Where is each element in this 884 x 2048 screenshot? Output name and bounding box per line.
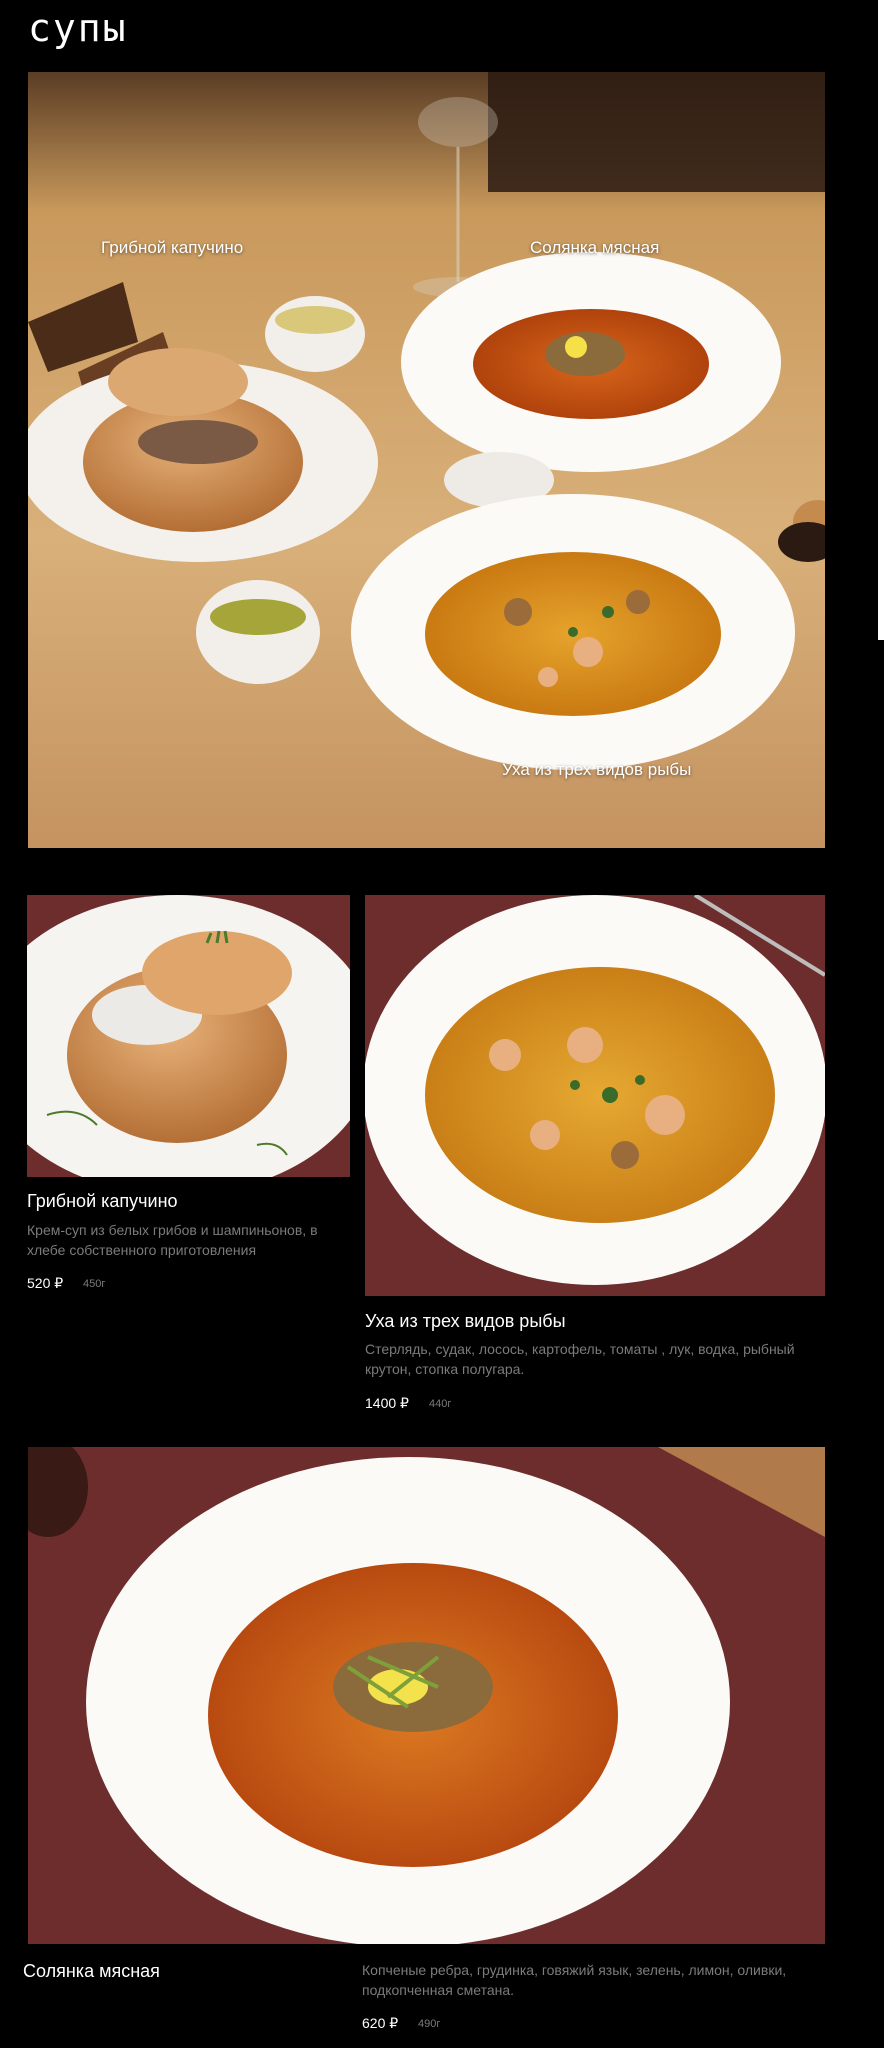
dish-description-ukha: Стерлядь, судак, лосось, картофель, тома… xyxy=(365,1341,795,1377)
mushroom-cappuccino-illustration xyxy=(27,895,350,1177)
dish-title-solyanka: Солянка мясная xyxy=(23,1961,160,1981)
dish-description-solyanka: Копченые ребра, грудинка, говяжий язык, … xyxy=(362,1962,787,1998)
hero-label-ukha: Уха из трех видов рыбы xyxy=(502,760,692,779)
dish-photo-solyanka[interactable] xyxy=(28,1447,825,1944)
dish-photo-mushroom-cappuccino[interactable] xyxy=(27,895,350,1177)
dish-price-ukha: 1400 ₽ xyxy=(365,1395,409,1411)
hero-photo: Грибной капучино Солянка мясная Уха из т… xyxy=(28,72,825,848)
dish-weight-solyanka: 490г xyxy=(418,2018,441,2030)
dish-weight-mushroom-cappuccino: 450г xyxy=(83,1278,106,1290)
dish-photo-ukha[interactable] xyxy=(365,895,825,1296)
dish-title-mushroom-cappuccino: Грибной капучино xyxy=(27,1191,178,1211)
page-title: супы xyxy=(28,6,128,50)
scrollbar-edge xyxy=(878,0,884,640)
dish-description-mushroom-cappuccino: Крем-суп из белых грибов и шампиньонов, … xyxy=(27,1222,318,1258)
dish-price-mushroom-cappuccino: 520 ₽ xyxy=(27,1275,64,1291)
hero-photo-illustration xyxy=(28,72,825,848)
ukha-illustration xyxy=(365,895,825,1296)
dish-weight-ukha: 440г xyxy=(429,1398,452,1410)
solyanka-illustration xyxy=(28,1447,825,1944)
dish-price-solyanka: 620 ₽ xyxy=(362,2015,399,2031)
hero-label-mushroom-cappuccino: Грибной капучино xyxy=(101,238,244,257)
hero-label-solyanka: Солянка мясная xyxy=(530,238,660,257)
dish-title-ukha: Уха из трех видов рыбы xyxy=(365,1311,566,1331)
